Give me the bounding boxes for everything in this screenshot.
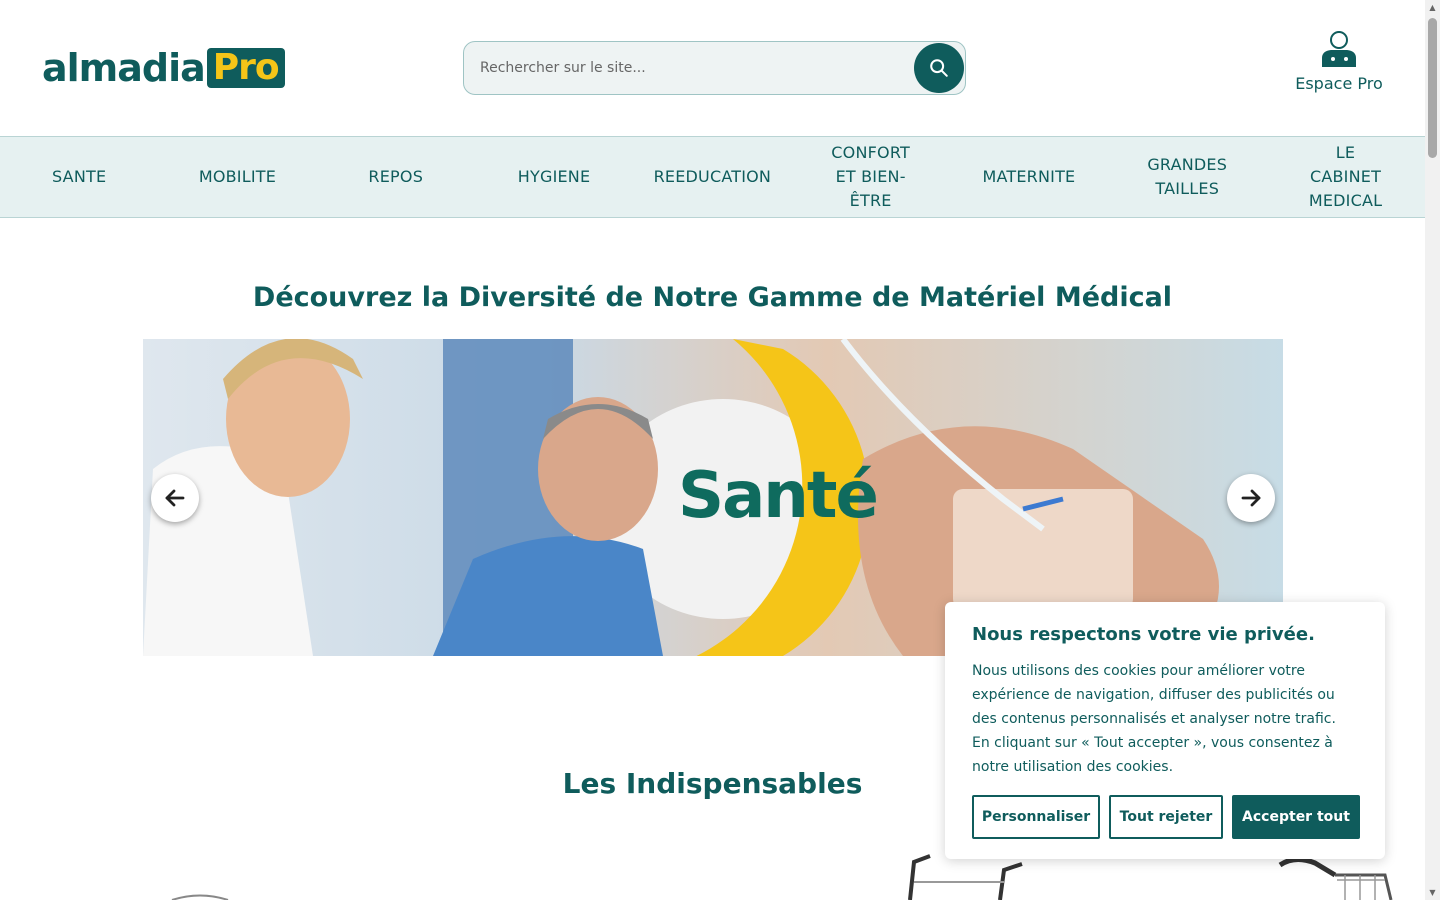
- cookie-banner: Nous respectons votre vie privée. Nous u…: [945, 602, 1385, 859]
- reject-all-button[interactable]: Tout rejeter: [1109, 795, 1223, 839]
- page-scrollbar[interactable]: ▲ ▼: [1425, 0, 1440, 900]
- nav-item-hygiene[interactable]: HYGIENE: [475, 137, 633, 217]
- search-button[interactable]: [914, 43, 964, 93]
- nav-item-grandes-tailles[interactable]: GRANDES TAILLES: [1108, 137, 1266, 217]
- nav-item-mobilite[interactable]: MOBILITE: [158, 137, 316, 217]
- rollator-image[interactable]: [1275, 855, 1393, 900]
- nav-item-confort[interactable]: CONFORT ET BIEN- ÊTRE: [791, 137, 949, 217]
- espace-pro-link[interactable]: Espace Pro: [1290, 28, 1388, 93]
- walker-image[interactable]: [900, 852, 1030, 900]
- arrow-right-icon: [1241, 489, 1261, 507]
- site-header: almadia Pro Espace Pro: [0, 0, 1425, 137]
- scroll-thumb[interactable]: [1428, 18, 1437, 158]
- cookie-title: Nous respectons votre vie privée.: [972, 624, 1315, 645]
- product-image[interactable]: [170, 893, 230, 900]
- nav-item-cabinet-medical[interactable]: LE CABINET MEDICAL: [1266, 137, 1424, 217]
- doctor-icon: [1322, 31, 1356, 67]
- search-input[interactable]: [480, 42, 910, 94]
- carousel-prev-button[interactable]: [151, 474, 199, 522]
- logo-text: almadia: [42, 46, 206, 90]
- carousel-next-button[interactable]: [1227, 474, 1275, 522]
- search-bar: [463, 41, 966, 95]
- scroll-up-icon[interactable]: ▲: [1428, 3, 1437, 12]
- page-title: Découvrez la Diversité de Notre Gamme de…: [252, 282, 1173, 313]
- main-nav: SANTE MOBILITE REPOS HYGIENE REEDUCATION…: [0, 136, 1425, 218]
- cookie-actions: Personnaliser Tout rejeter Accepter tout: [972, 795, 1360, 839]
- logo-pro-badge: Pro: [206, 48, 285, 88]
- slide-label: Santé: [678, 459, 879, 533]
- search-icon: [930, 59, 948, 77]
- almadia-pro-logo[interactable]: almadia Pro: [42, 47, 285, 89]
- cookie-text: Nous utilisons des cookies pour améliore…: [972, 663, 1336, 775]
- espace-pro-label: Espace Pro: [1295, 74, 1383, 93]
- arrow-left-icon: [165, 489, 185, 507]
- nav-item-repos[interactable]: REPOS: [317, 137, 475, 217]
- customize-button[interactable]: Personnaliser: [972, 795, 1100, 839]
- accept-all-button[interactable]: Accepter tout: [1232, 795, 1360, 839]
- nav-item-reeducation[interactable]: REEDUCATION: [633, 137, 791, 217]
- nav-item-maternite[interactable]: MATERNITE: [950, 137, 1108, 217]
- nav-item-sante[interactable]: SANTE: [0, 137, 158, 217]
- scroll-down-icon[interactable]: ▼: [1428, 888, 1437, 897]
